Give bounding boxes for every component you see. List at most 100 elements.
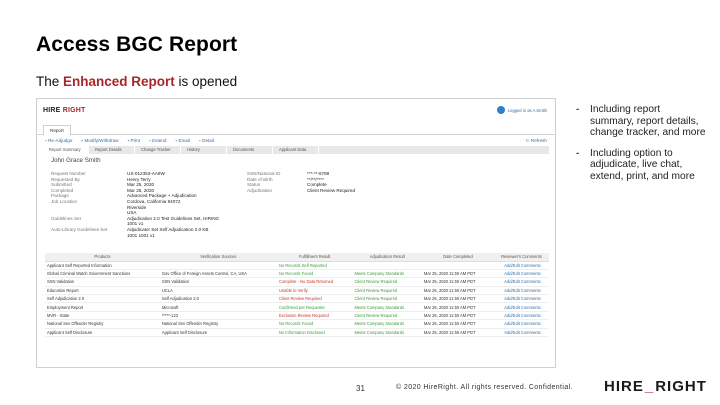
logo-separator-icon: _ [644,378,655,395]
toolbar-readjudge-button[interactable]: ▪ Re-Adjudge [45,138,72,143]
cell-date-completed: Mar 25, 2020 11:50 AM PDT [421,294,494,304]
cell-fulfillment-result: Confirmed per Requester [276,302,353,312]
cell-product: Employment Report [45,302,160,312]
cell-source [159,261,277,270]
table-row: Self Adjudication 2.0 Self Adjudication 2… [45,294,549,304]
cell-comment-link[interactable]: Add/Edit Comments [494,286,549,296]
table-row: SSN Validation SSN Validation Complete - N… [45,277,549,287]
email-icon: ▪ [175,138,178,143]
col-reviewer-comments: Reviewer's Comments [494,253,549,262]
slide-title: Access BGC Report [36,33,238,56]
cell-fulfillment-result: No Records Found [276,269,353,279]
cell-comment-link[interactable]: Add/Edit Comments [494,311,549,321]
report-screenshot: HIRE RIGHT Logged in as A Smith Report ▪… [36,98,556,368]
cell-adjudication-result: Meets Company Standards [352,302,422,312]
toolbar-extend-button[interactable]: ▪ Extend [149,138,166,143]
cell-fulfillment-result: No Information Disclosed [276,328,353,338]
table-row: Applicant Self Reported Information No Re… [45,261,549,270]
detail-row: 1001 1001 v1 [127,232,155,238]
table-row: Education Report UCLA Unable to Verify Clie… [45,286,549,296]
tab-history[interactable]: History [181,146,227,154]
cell-comment-link[interactable]: Add/Edit Comments [494,261,549,270]
cell-comment-link[interactable]: Add/Edit Comments [494,319,549,329]
app-logo: HIRE RIGHT [43,107,86,114]
cell-source: *****-123 [159,311,277,321]
refresh-button[interactable]: ↻ Refresh [526,138,547,144]
copyright-notice: © 2020 HireRight. All rights reserved. C… [396,384,573,391]
cell-source: Microsoft [159,302,277,312]
toolbar-modify-button[interactable]: ▪ Modify/Withdraw [81,138,118,143]
cell-adjudication-result: Client Review Required [352,277,422,287]
slide-subtitle: The Enhanced Report is opened [36,74,238,89]
toolbar-print-button[interactable]: ▪ Print [127,138,140,143]
page-number: 31 [356,384,365,393]
cell-fulfillment-result: Unable to Verify [276,286,353,296]
cell-comment-link[interactable]: Add/Edit Comments [494,302,549,312]
table-row: MVR - State *****-123 Exclusion Review Req… [45,311,549,321]
cell-fulfillment-result: No Records Found [276,319,353,329]
cell-source: Self Adjudication 2.0 [159,294,277,304]
user-menu[interactable]: Logged in as A Smith [496,106,547,114]
tab-report-summary[interactable]: Report Summary [43,146,89,154]
cell-comment-link[interactable]: Add/Edit Comments [494,269,549,279]
tab-applicant-data[interactable]: Applicant Data [273,146,319,154]
cell-product: Self Adjudication 2.0 [45,294,160,304]
user-avatar-icon [496,106,505,114]
products-table: Products Verification Sources Fulfillmen… [45,253,549,338]
cell-source: Gov Office of Foreign Assets Control, CA… [159,269,277,279]
col-products: Products [45,253,160,262]
chat-icon: ▪ [45,138,47,143]
cell-product: MVR - State [45,311,160,321]
col-adjudication-result: Adjudication Result [352,253,422,262]
report-details: Request Number US-012353-AA9W SSN/National… [51,171,411,238]
report-toolbar: ▪ Re-Adjudge ▪ Modify/Withdraw ▪ Print ▪ Ext… [37,135,555,146]
print-icon: ▪ [127,138,130,143]
cell-source: SSN Validation [159,277,277,287]
col-fulfillment-result: Fulfillment Result [276,253,353,262]
table-row: Global Criminal Watch Government Sanctio… [45,269,549,279]
cell-comment-link[interactable]: Add/Edit Comments [494,294,549,304]
cell-comment-link[interactable]: Add/Edit Comments [494,277,549,287]
tab-report-details[interactable]: Report Details [89,146,135,154]
cell-fulfillment-result: Client Review Required [276,294,353,304]
cell-adjudication-result: Client Review Required [352,294,422,304]
cell-date-completed [421,261,494,270]
cell-fulfillment-result: No Records Self Reported [276,261,353,270]
cell-adjudication-result: Meets Company Standards [352,328,422,338]
cell-date-completed: Mar 25, 2020 11:50 AM PDT [421,286,494,296]
cell-source: Applicant Self Disclosure [159,328,277,338]
cell-source: UCLA [159,286,277,296]
cell-adjudication-result: Client Review Required [352,286,422,296]
cell-date-completed: Mar 25, 2020 11:50 AM PDT [421,302,494,312]
calendar-icon: ▪ [81,138,83,143]
details-icon: ▪ [199,138,201,143]
cell-source: National Sex Offender Registry [159,319,277,329]
hireright-logo: HIRE _ RIGHT [604,378,707,395]
cell-fulfillment-result: Exclusion Review Required [276,311,353,321]
tab-change-tracker[interactable]: Change Tracker [135,146,181,154]
cell-adjudication-result: Client Review Required [352,311,422,321]
cell-product: Global Criminal Watch Government Sanctio… [45,269,160,279]
report-subtabs: Report Summary Report Details Change Tra… [43,146,549,154]
tab-report[interactable]: Report [43,125,71,136]
candidate-name: John Grace Smith [51,157,101,164]
cell-fulfillment-result: Complete - No Data Returned [276,277,353,287]
cell-comment-link[interactable]: Add/Edit Comments [494,328,549,338]
cell-date-completed: Mar 25, 2020 11:50 AM PDT [421,319,494,329]
tab-documents[interactable]: Documents [227,146,273,154]
adjudication-status: Client Review Required [307,187,356,193]
cell-product: Applicant Self Disclosure [45,328,160,338]
toolbar-detail-button[interactable]: ▪ Detail [199,138,214,143]
cell-product: National Sex Offender Registry [45,319,160,329]
cell-date-completed: Mar 25, 2020 11:50 AM PDT [421,311,494,321]
cell-adjudication-result [352,261,422,270]
cell-product: Applicant Self Reported Information [45,261,160,270]
col-verification-sources: Verification Sources [159,253,277,262]
cell-date-completed: Mar 25, 2020 11:50 AM PDT [421,277,494,287]
bullet-item: - Including option to adjudicate, live ch… [576,147,695,182]
extend-icon: ▪ [149,138,151,143]
subtitle-highlight: Enhanced Report [63,74,175,89]
toolbar-email-button[interactable]: ▪ Email [175,138,190,143]
bullet-item: - Including report summary, report detail… [576,104,706,138]
refresh-icon: ↻ [525,137,530,143]
